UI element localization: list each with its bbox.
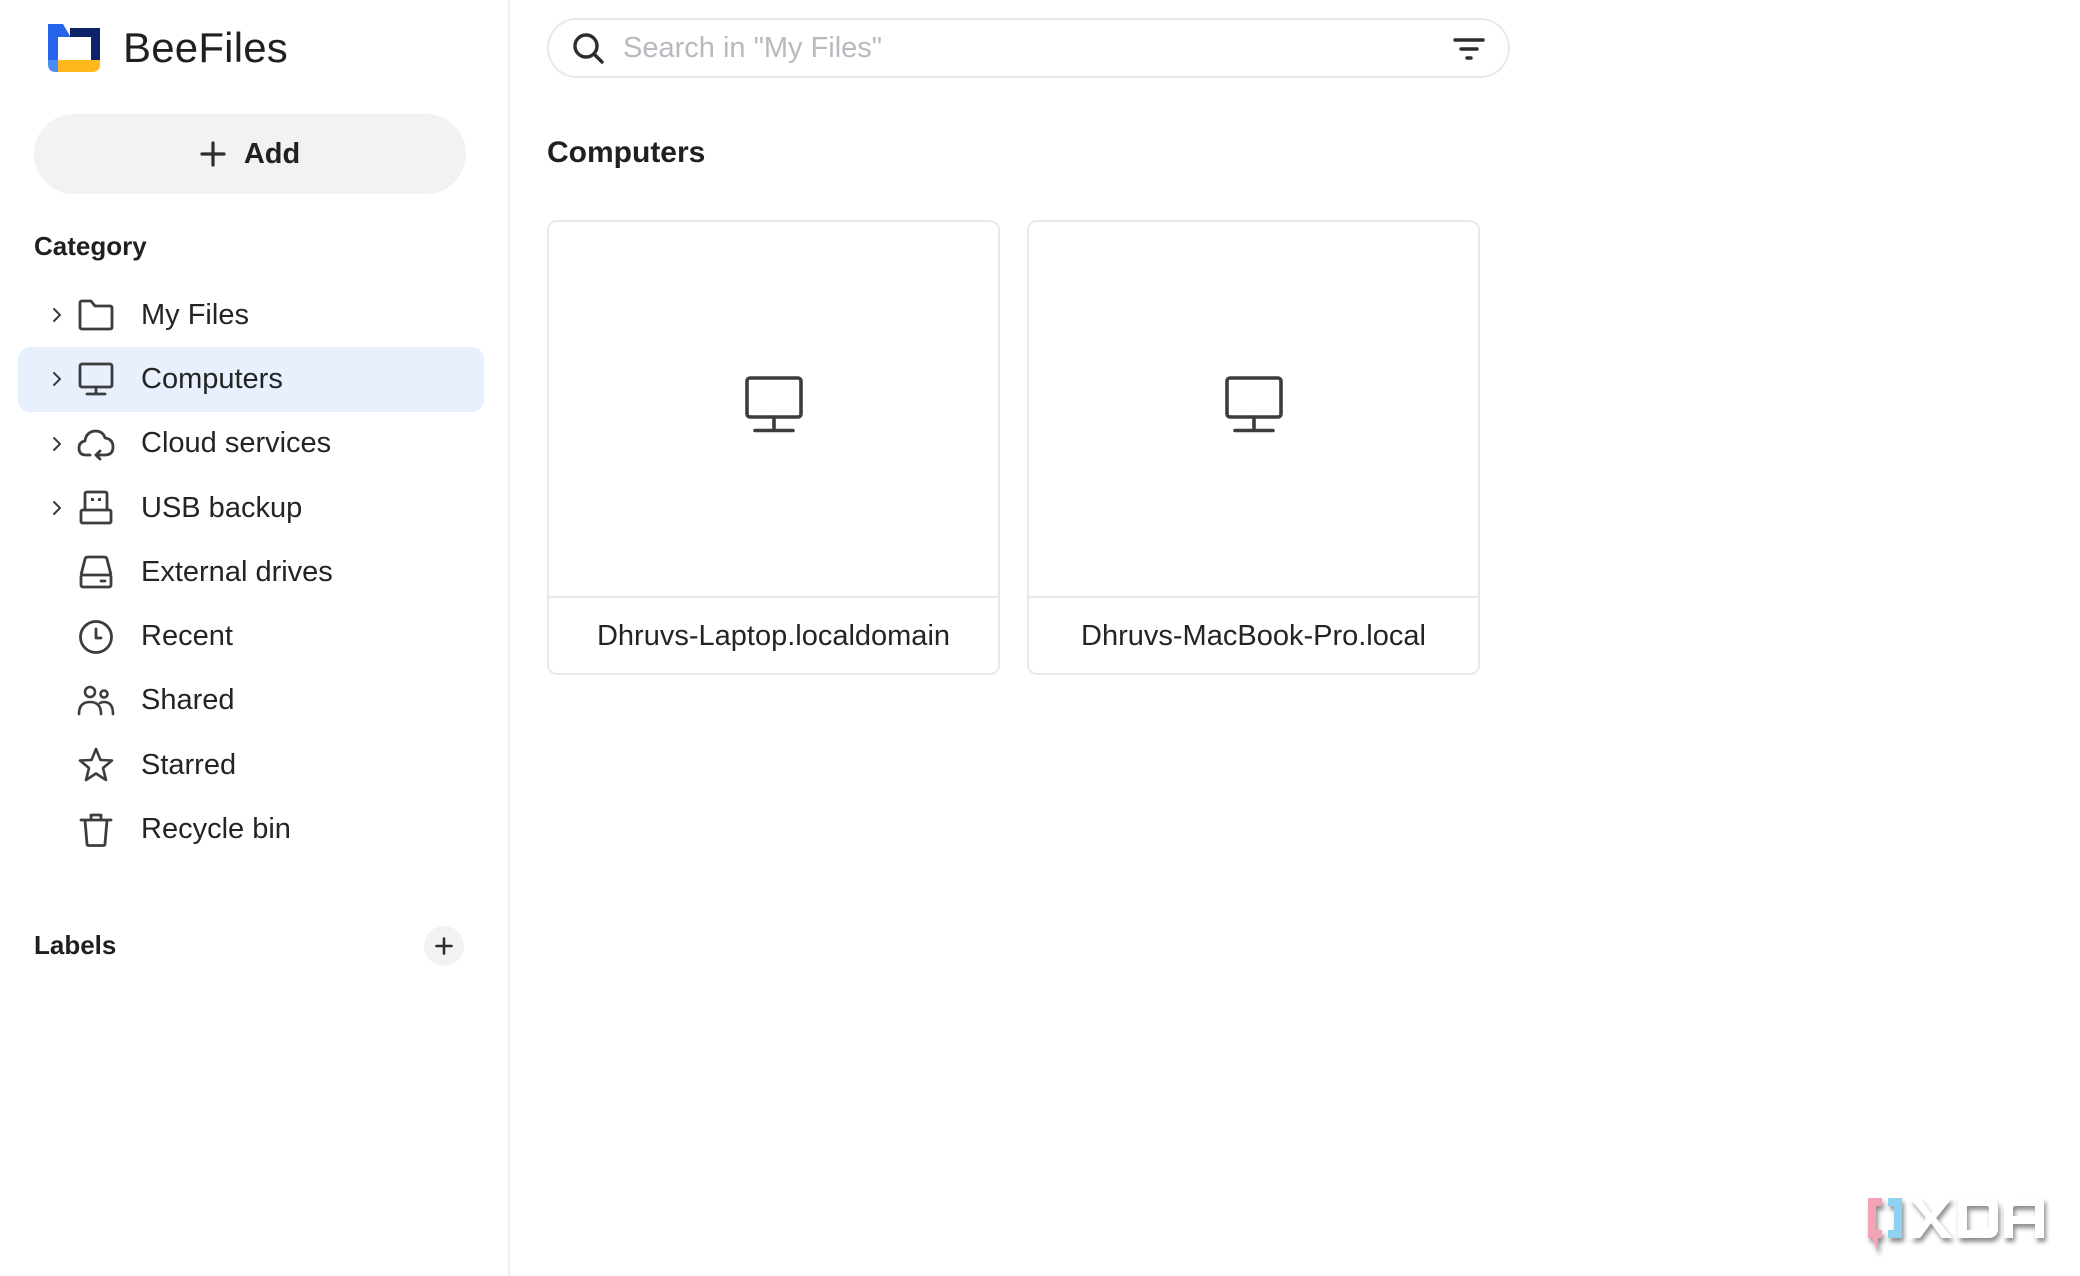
computer-name: Dhruvs-Laptop.localdomain [596,620,951,652]
folder-icon [78,299,114,331]
page-title: Computers [547,136,706,169]
sidebar-item-usb-backup[interactable]: USB backup [18,476,484,540]
sidebar-item-recent[interactable]: Recent [18,604,484,668]
sidebar-item-external-drives[interactable]: External drives [18,540,484,604]
labels-heading: Labels [34,930,117,960]
computer-name: Dhruvs-MacBook-Pro.local [1081,620,1426,652]
plus-icon [435,937,453,955]
sidebar-item-computers[interactable]: Computers [18,347,484,412]
users-icon [77,685,115,716]
sidebar-item-cloud-services[interactable]: Cloud services [18,412,484,476]
sidebar: BeeFiles Add Category My Files Computers… [0,0,510,1276]
trash-icon [79,813,113,847]
sidebar-item-label: Recent [141,620,233,653]
sidebar-item-label: USB backup [141,491,303,524]
search-bar [547,18,1510,78]
add-label-button[interactable] [424,926,464,966]
beefiles-logo-icon [48,24,100,72]
app-name: BeeFiles [123,24,289,71]
sidebar-item-my-files[interactable]: My Files [18,283,484,347]
computer-card[interactable]: Dhruvs-Laptop.localdomain [547,220,1000,675]
chevron-right-icon[interactable] [50,306,64,324]
sidebar-item-shared[interactable]: Shared [18,669,484,733]
computer-card-thumbnail [1029,222,1478,598]
sidebar-item-label: Computers [141,362,283,395]
sidebar-item-starred[interactable]: Starred [18,733,484,797]
clock-icon [79,619,113,654]
sidebar-item-label: Starred [141,748,237,781]
search-icon[interactable] [571,31,607,67]
usb-icon [79,490,113,525]
sidebar-item-label: Recycle bin [141,813,291,846]
cloud-sync-icon [77,429,115,461]
chevron-right-icon[interactable] [50,435,64,453]
hard-drive-icon [79,555,113,589]
chevron-right-icon[interactable] [50,370,64,388]
plus-icon [200,141,226,167]
monitor-icon [1224,376,1283,433]
monitor-icon [78,363,114,396]
sidebar-item-recycle-bin[interactable]: Recycle bin [18,797,484,861]
search-input[interactable] [623,26,1383,70]
sidebar-item-label: My Files [141,298,249,331]
add-button-label: Add [243,137,301,170]
computer-card[interactable]: Dhruvs-MacBook-Pro.local [1027,220,1480,675]
monitor-icon [744,376,803,433]
sidebar-item-label: Cloud services [141,427,332,460]
computer-card-thumbnail [549,222,998,598]
sidebar-item-label: External drives [141,555,333,588]
category-nav: My Files Computers Cloud services USB ba… [18,283,484,862]
star-icon [78,747,114,782]
category-heading: Category [34,231,147,261]
chevron-right-icon[interactable] [50,499,64,517]
sidebar-item-label: Shared [141,684,235,717]
add-button[interactable]: Add [34,114,466,194]
beefiles-app: BeeFiles Add Category My Files Computers… [0,0,2080,1276]
filter-icon[interactable] [1452,33,1486,65]
xda-watermark-logo [1868,1198,2044,1252]
